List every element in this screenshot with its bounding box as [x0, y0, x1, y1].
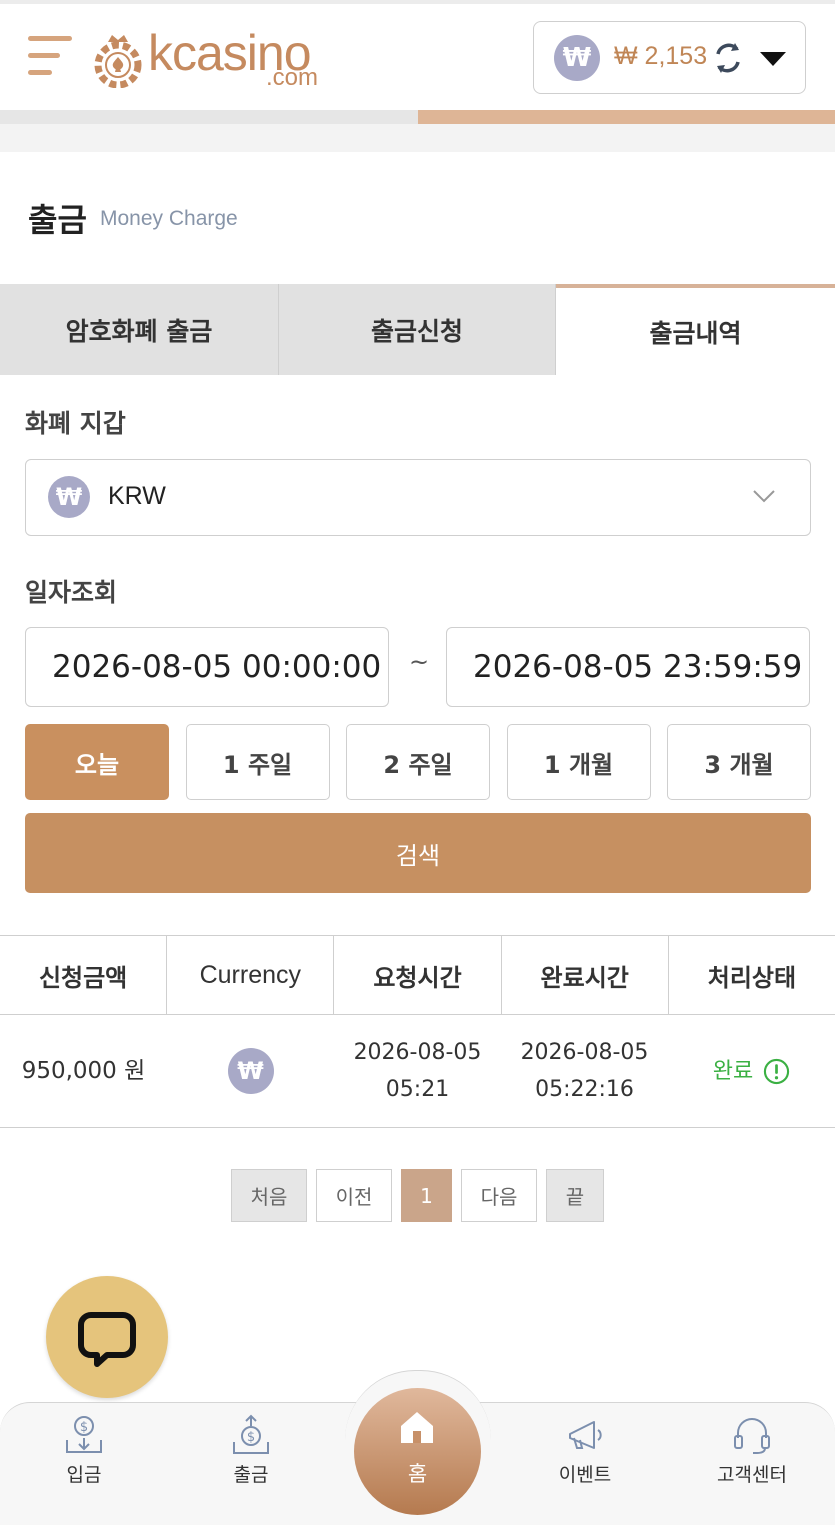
period-1week-button[interactable]: 1 주일	[185, 724, 330, 800]
complete-date: 2026-08-05	[520, 1040, 649, 1065]
megaphone-icon	[569, 1421, 602, 1449]
period-3month-button[interactable]: 3 개월	[667, 724, 811, 800]
svg-text:$: $	[80, 1420, 88, 1435]
nav-withdraw-label: 출금	[233, 1464, 269, 1486]
start-date-field[interactable]: 2026-08-05 00:00:00	[25, 627, 389, 707]
tab-bar: 암호화폐 출금 출금신청 출금내역	[0, 284, 835, 375]
nav-event-label: 이벤트	[558, 1464, 612, 1486]
tab-withdraw-history[interactable]: 출금내역	[556, 284, 835, 375]
page-prev-button[interactable]: 이전	[316, 1169, 392, 1222]
nav-support-label: 고객센터	[717, 1464, 787, 1486]
menu-icon[interactable]	[28, 34, 74, 80]
page-first-button[interactable]: 처음	[231, 1169, 307, 1222]
request-date: 2026-08-05	[353, 1040, 482, 1065]
divider	[0, 124, 835, 152]
won-currency-icon: ₩	[554, 35, 600, 81]
period-buttons: 오늘 1 주일 2 주일 1 개월 3 개월	[25, 724, 811, 800]
cell-complete-time: 2026-08-05 05:22:16	[501, 1015, 668, 1127]
nav-home[interactable]: 홈	[354, 1388, 481, 1515]
column-currency: Currency	[167, 936, 335, 1014]
chevron-down-icon	[753, 490, 775, 503]
status-badge: 완료	[713, 1053, 790, 1090]
cell-amount: 950,000 원	[21, 1057, 146, 1084]
won-currency-icon: ₩	[48, 476, 90, 518]
column-complete-time: 완료시간	[502, 936, 669, 1014]
column-request-time: 요청시간	[334, 936, 502, 1014]
won-currency-icon: ₩	[227, 1048, 274, 1094]
home-icon	[401, 1412, 433, 1443]
info-icon[interactable]	[763, 1058, 790, 1085]
balance-amount: ₩ 2,153	[614, 42, 708, 70]
nav-deposit[interactable]: $ 입금	[24, 1414, 144, 1487]
poker-chip-icon	[94, 35, 142, 88]
pagination: 처음 이전 1 다음 끝	[231, 1169, 613, 1222]
nav-event[interactable]: 이벤트	[525, 1414, 645, 1487]
dropdown-caret-icon[interactable]	[760, 52, 786, 66]
headset-icon	[734, 1418, 770, 1454]
nav-deposit-label: 입금	[66, 1464, 102, 1486]
end-date-field[interactable]: 2026-08-05 23:59:59	[446, 627, 810, 707]
logo-domain: .com	[266, 64, 319, 91]
wallet-select[interactable]: ₩ KRW	[25, 459, 811, 536]
page-last-button[interactable]: 끝	[546, 1169, 604, 1222]
withdraw-icon: $	[233, 1414, 269, 1454]
withdraw-history-table: 신청금액 Currency 요청시간 완료시간 처리상태 950,000 원 ₩…	[0, 935, 835, 1128]
page-current-button[interactable]: 1	[401, 1169, 452, 1222]
nav-home-label: 홈	[407, 1462, 428, 1486]
progress-bar	[0, 110, 835, 124]
period-2week-button[interactable]: 2 주일	[346, 724, 490, 800]
page-subtitle: Money Charge	[100, 207, 238, 230]
search-button[interactable]: 검색	[25, 813, 811, 893]
request-time: 05:21	[385, 1077, 450, 1102]
deposit-icon: $	[66, 1416, 102, 1453]
chat-button[interactable]	[46, 1276, 168, 1398]
period-1month-button[interactable]: 1 개월	[506, 724, 651, 800]
status-text: 완료	[712, 1058, 754, 1084]
chat-bubble-icon	[78, 1312, 136, 1367]
complete-time: 05:22:16	[535, 1077, 634, 1102]
date-filter-label: 일자조회	[25, 578, 118, 607]
logo[interactable]: kcasino .com	[92, 24, 332, 92]
refresh-icon[interactable]	[710, 40, 746, 76]
tab-withdraw-request[interactable]: 출금신청	[279, 284, 556, 375]
page-next-button[interactable]: 다음	[461, 1169, 537, 1222]
date-separator: ~	[409, 648, 430, 676]
period-today-button[interactable]: 오늘	[25, 724, 169, 800]
cell-status: 완료	[668, 1015, 835, 1127]
tab-crypto-withdraw[interactable]: 암호화폐 출금	[0, 284, 279, 375]
nav-withdraw[interactable]: $ 출금	[191, 1414, 311, 1487]
table-row[interactable]: 950,000 원 ₩ 2026-08-05 05:21 2026-08-05 …	[0, 1015, 835, 1128]
nav-support[interactable]: 고객센터	[692, 1414, 812, 1487]
page-title: 출금	[28, 201, 87, 239]
wallet-selected-value: KRW	[108, 482, 166, 510]
header: kcasino .com ₩ ₩ 2,153	[0, 4, 835, 110]
column-status: 처리상태	[707, 963, 797, 992]
balance-widget[interactable]: ₩ ₩ 2,153	[533, 21, 806, 94]
table-header: 신청금액 Currency 요청시간 완료시간 처리상태	[0, 935, 835, 1015]
cell-request-time: 2026-08-05 05:21	[334, 1015, 501, 1127]
wallet-label: 화폐 지갑	[25, 409, 126, 438]
cell-currency: ₩	[167, 1015, 334, 1127]
column-amount: 신청금액	[0, 936, 168, 1014]
svg-text:$: $	[247, 1430, 255, 1445]
